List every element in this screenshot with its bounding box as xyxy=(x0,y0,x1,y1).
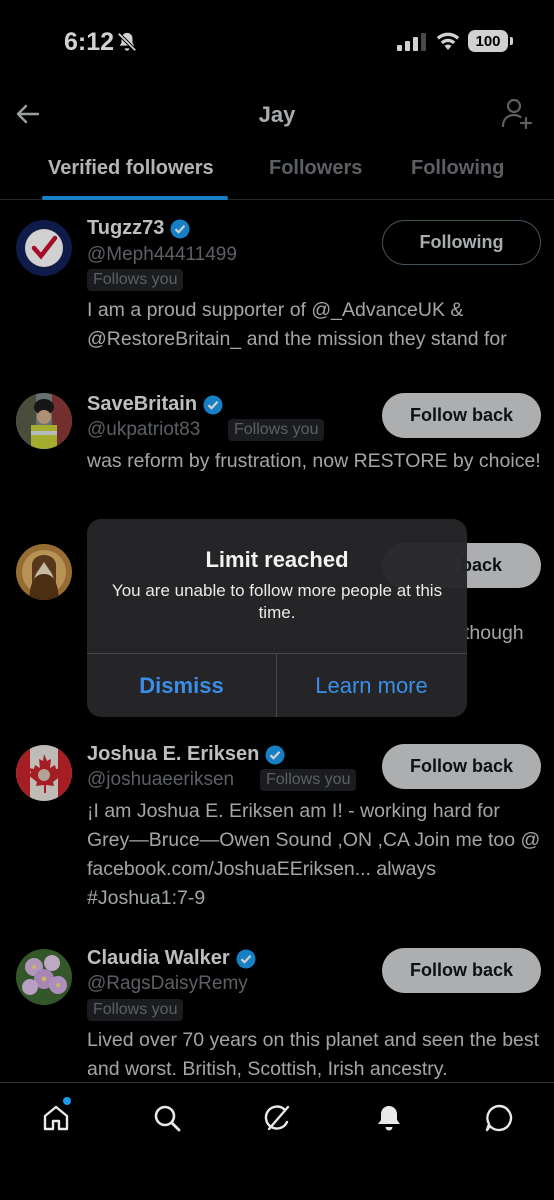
list-item[interactable]: Tugzz73 @Meph44411499 Follows you I am a… xyxy=(0,200,554,360)
list-item[interactable]: Joshua E. Eriksen @joshuaeeriksen Follow… xyxy=(0,725,554,925)
user-bio: Lived over 70 years on this planet and s… xyxy=(87,1029,540,1080)
user-bio: ¡I am Joshua E. Eriksen am I! - working … xyxy=(87,800,541,909)
bell-off-icon xyxy=(117,32,137,52)
tab-followers[interactable]: Followers xyxy=(269,157,362,180)
tab-verified-followers[interactable]: Verified followers xyxy=(48,157,214,180)
signal-icon xyxy=(397,33,426,51)
dismiss-button[interactable]: Dismiss xyxy=(87,654,276,717)
follower-tabs: Verified followers Followers Following xyxy=(0,146,554,200)
follows-you-badge: Follows you xyxy=(228,419,325,441)
follow-back-button[interactable]: Follow back xyxy=(382,393,541,438)
user-name[interactable]: Claudia Walker xyxy=(87,947,256,970)
profile-header: Jay xyxy=(0,84,554,146)
list-item[interactable]: Claudia Walker @RagsDaisyRemy Follows yo… xyxy=(0,930,554,1082)
verified-badge-icon xyxy=(265,745,285,764)
follows-you-badge: Follows you xyxy=(260,769,357,791)
user-name[interactable]: Joshua E. Eriksen xyxy=(87,743,285,766)
wifi-icon xyxy=(436,32,460,50)
search-icon[interactable] xyxy=(151,1102,183,1134)
avatar-image xyxy=(16,544,72,600)
verified-badge-icon xyxy=(203,395,223,414)
dialog-message: You are unable to follow more people at … xyxy=(111,581,443,622)
grok-icon[interactable] xyxy=(261,1102,293,1134)
follow-back-button[interactable]: Follow back xyxy=(382,744,541,789)
learn-more-button[interactable]: Learn more xyxy=(277,654,466,717)
avatar-image xyxy=(16,393,72,449)
notifications-icon[interactable] xyxy=(373,1102,405,1134)
avatar[interactable] xyxy=(16,745,72,801)
avatar-image xyxy=(16,745,72,801)
limit-reached-dialog: Limit reached You are unable to follow m… xyxy=(87,519,467,717)
avatar-image xyxy=(16,949,72,1005)
avatar[interactable] xyxy=(16,393,72,449)
verified-badge-icon xyxy=(236,949,256,968)
page-title: Jay xyxy=(258,102,296,127)
dialog-title: Limit reached xyxy=(205,547,349,572)
bottom-navigation xyxy=(0,1082,554,1200)
follows-you-badge: Follows you xyxy=(87,999,184,1021)
user-handle: @ukpatriot83 xyxy=(87,419,201,440)
following-button[interactable]: Following xyxy=(382,220,541,265)
messages-icon[interactable] xyxy=(483,1102,515,1134)
avatar[interactable] xyxy=(16,220,72,276)
user-handle: @RagsDaisyRemy xyxy=(87,973,248,994)
status-time: 6:12 xyxy=(64,28,115,56)
home-icon[interactable] xyxy=(40,1102,72,1134)
user-bio: was reform by frustration, now RESTORE b… xyxy=(87,450,541,472)
user-bio: I am a proud supporter of @_AdvanceUK & … xyxy=(87,299,507,350)
follows-you-badge: Follows you xyxy=(87,269,184,291)
user-handle: @Meph44411499 xyxy=(87,244,237,265)
avatar[interactable] xyxy=(16,949,72,1005)
user-name[interactable]: SaveBritain xyxy=(87,393,223,416)
avatar-image xyxy=(16,220,72,276)
tab-following[interactable]: Following xyxy=(411,157,504,180)
follow-back-button[interactable]: Follow back xyxy=(382,948,541,993)
home-notification-dot xyxy=(63,1097,71,1105)
user-handle: @joshuaeeriksen xyxy=(87,769,235,790)
list-item[interactable]: SaveBritain @ukpatriot83 Follows you was… xyxy=(0,373,554,523)
battery-indicator: 100 xyxy=(468,30,513,52)
avatar[interactable] xyxy=(16,544,72,600)
add-user-icon[interactable] xyxy=(498,96,534,132)
user-bio: though xyxy=(464,622,524,644)
status-bar: 6:12 100 xyxy=(0,0,554,84)
verified-badge-icon xyxy=(170,219,190,238)
user-name[interactable]: Tugzz73 xyxy=(87,217,190,240)
